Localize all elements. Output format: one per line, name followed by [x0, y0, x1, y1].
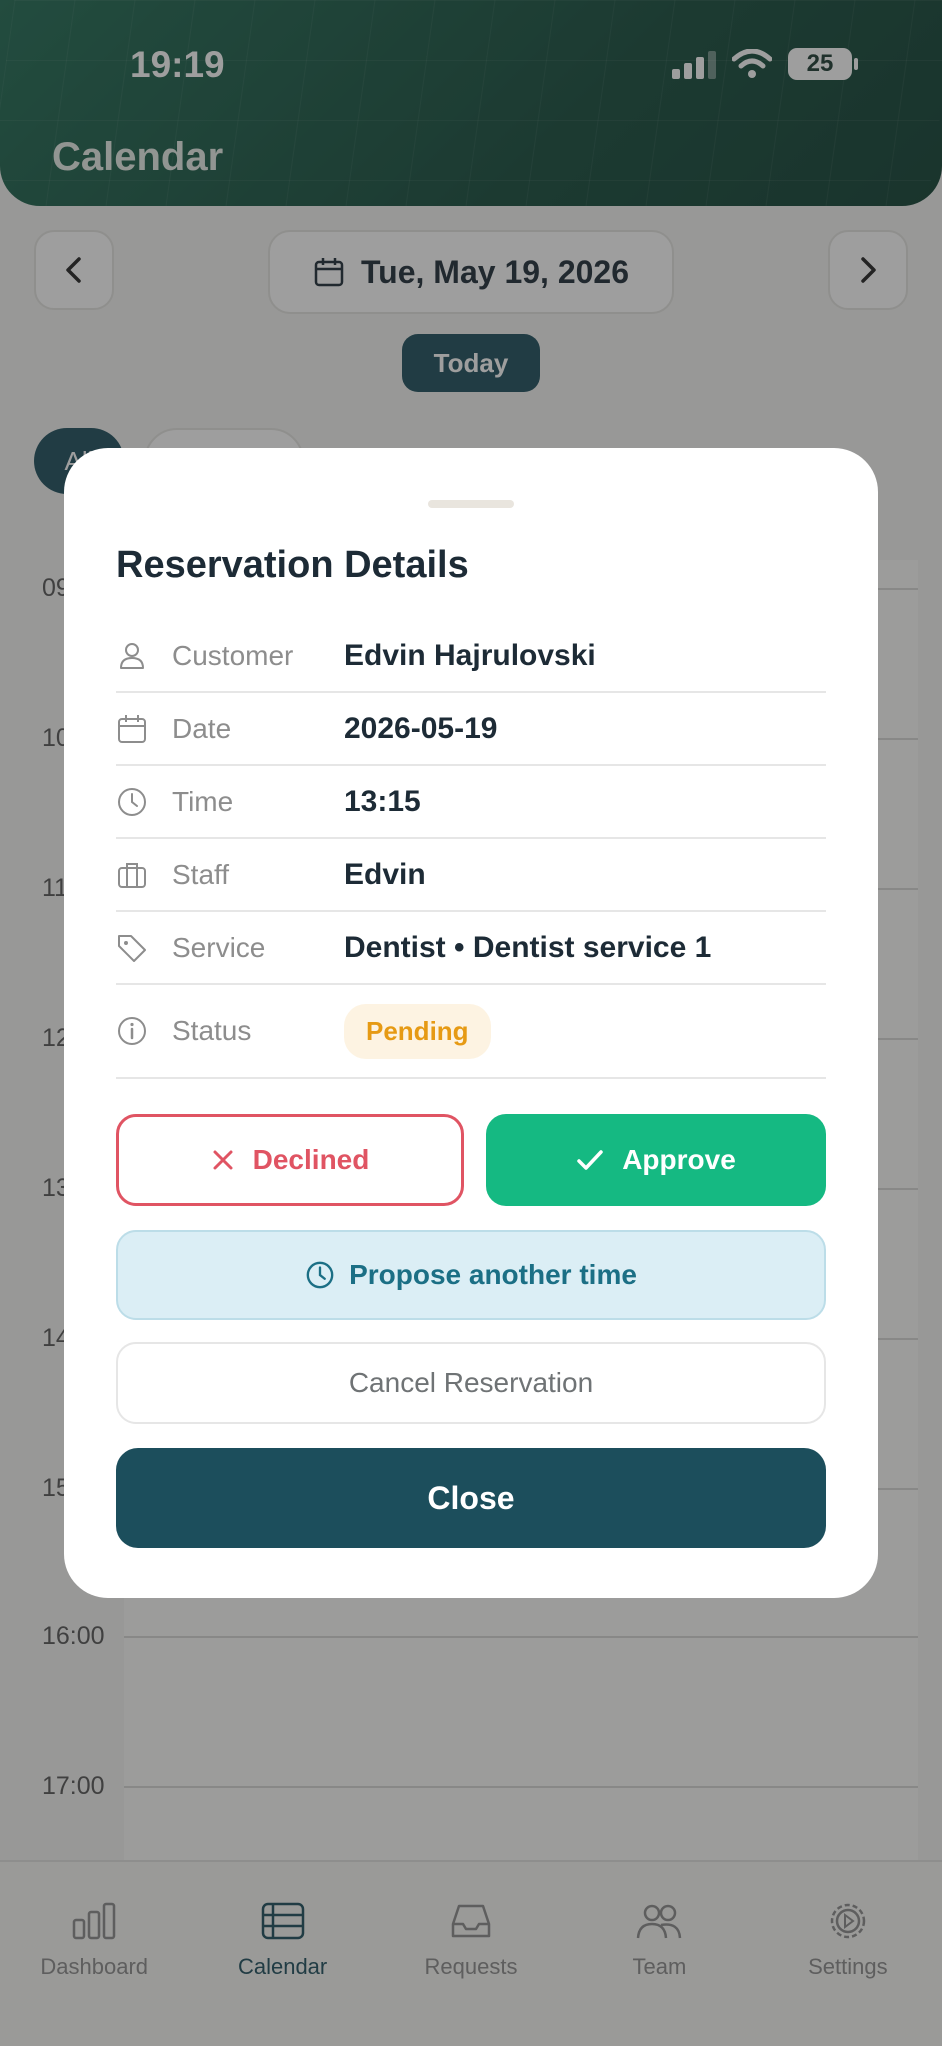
status-badge: Pending	[344, 1003, 491, 1059]
detail-row-date: Date 2026-05-19	[116, 693, 826, 766]
detail-row-customer: Customer Edvin Hajrulovski	[116, 620, 826, 693]
clock-icon	[118, 787, 146, 816]
close-button[interactable]: Close	[116, 1448, 826, 1548]
detail-row-service: Service Dentist • Dentist service 1	[116, 912, 826, 985]
briefcase-icon	[118, 862, 146, 888]
cancel-reservation-button[interactable]: Cancel Reservation	[116, 1342, 826, 1424]
reservation-details-modal: Reservation Details Customer Edvin Hajru…	[64, 448, 878, 1598]
reservation-detail-list: Customer Edvin Hajrulovski Date 2026-05-…	[116, 620, 826, 1079]
detail-label: Customer	[172, 639, 294, 671]
tag-icon	[118, 934, 146, 962]
decision-buttons: Declined Approve	[116, 1114, 826, 1206]
decline-button[interactable]: Declined	[116, 1114, 464, 1206]
propose-label: Propose another time	[349, 1259, 637, 1290]
customer-value: Edvin Hajrulovski	[344, 638, 596, 672]
propose-time-button[interactable]: Propose another time	[116, 1230, 826, 1320]
modal-title: Reservation Details	[116, 544, 469, 586]
detail-label: Service	[172, 931, 266, 963]
calendar-icon	[118, 714, 146, 743]
detail-label: Status	[172, 1015, 252, 1046]
detail-label: Time	[172, 785, 234, 817]
user-icon	[120, 642, 144, 669]
info-icon	[118, 1017, 146, 1045]
clock-icon	[306, 1261, 334, 1289]
detail-row-staff: Staff Edvin	[116, 839, 826, 912]
detail-label: Date	[172, 712, 232, 744]
service-value: Dentist • Dentist service 1	[344, 930, 712, 964]
close-icon	[213, 1150, 233, 1170]
detail-row-status: Status Pending	[116, 985, 826, 1079]
drag-handle[interactable]	[428, 500, 514, 508]
detail-label: Staff	[172, 858, 230, 890]
detail-row-time: Time 13:15	[116, 766, 826, 839]
approve-label: Approve	[622, 1144, 736, 1175]
checkmark-icon	[577, 1150, 603, 1170]
decline-label: Declined	[252, 1144, 370, 1175]
time-value: 13:15	[344, 784, 421, 818]
staff-value: Edvin	[344, 857, 426, 891]
date-value: 2026-05-19	[344, 711, 498, 745]
approve-button[interactable]: Approve	[486, 1114, 826, 1206]
